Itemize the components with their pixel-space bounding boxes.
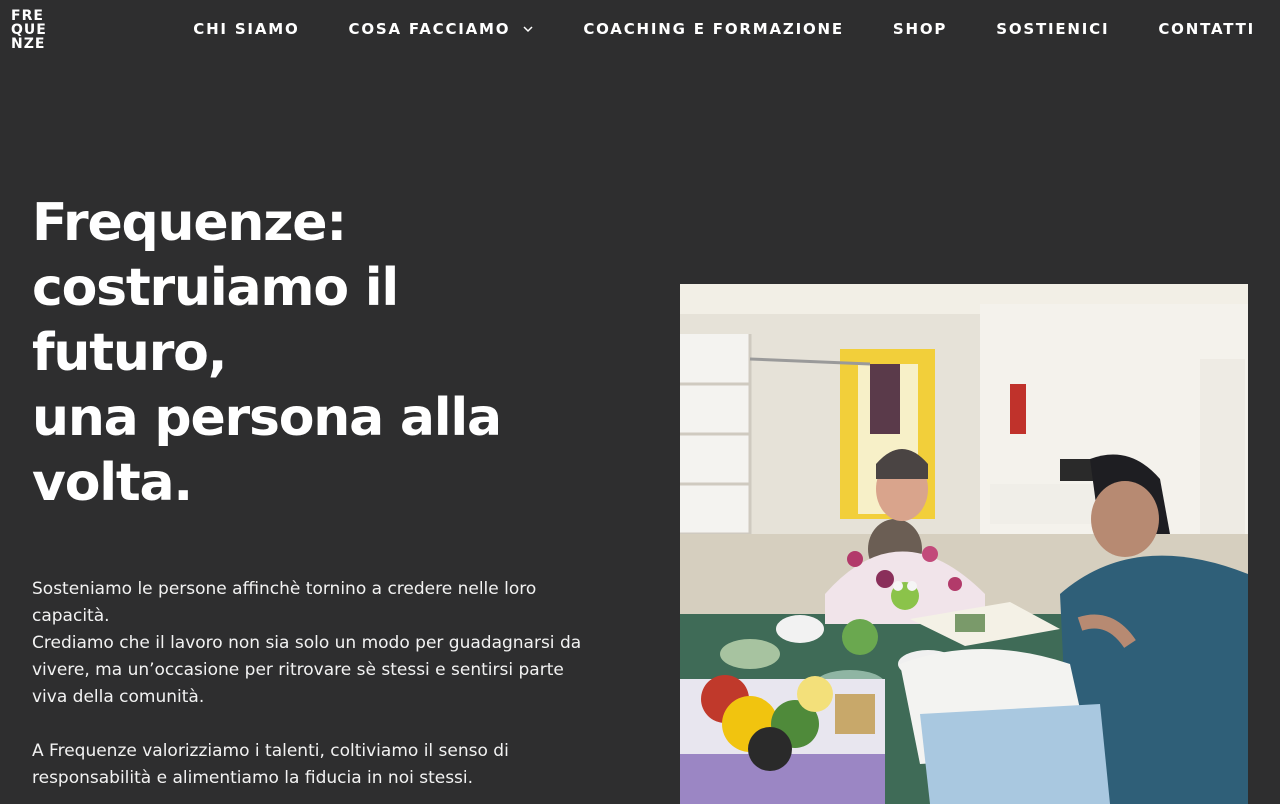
nav-item-chi-siamo[interactable]: CHI SIAMO — [193, 20, 299, 38]
nav-item-shop[interactable]: SHOP — [893, 20, 947, 38]
hero-title: Frequenze: costruiamo il futuro, una per… — [32, 191, 592, 516]
nav-label: CONTATTI — [1158, 20, 1255, 38]
nav-item-cosa-facciamo[interactable]: COSA FACCIAMO — [349, 20, 535, 38]
hero-title-line: costruiamo il futuro, — [32, 258, 399, 383]
hero-photo — [680, 284, 1248, 804]
hero-intro: Sosteniamo le persone affinchè tornino a… — [32, 576, 592, 792]
nav-item-sostienici[interactable]: SOSTIENICI — [996, 20, 1109, 38]
logo-line: QUE — [11, 22, 47, 38]
intro-paragraph: Crediamo che il lavoro non sia solo un m… — [32, 633, 582, 707]
hero-title-line: volta. — [32, 453, 193, 513]
nav-item-coaching[interactable]: COACHING E FORMAZIONE — [583, 20, 844, 38]
hero-title-line: una persona alla — [32, 388, 502, 448]
nav-label: COACHING E FORMAZIONE — [583, 20, 844, 38]
main-nav: CHI SIAMO COSA FACCIAMO COACHING E FORMA… — [193, 19, 1255, 39]
nav-label: COSA FACCIAMO — [348, 20, 511, 38]
intro-paragraph: A Frequenze valorizziamo i talenti, colt… — [32, 741, 509, 788]
nav-item-contatti[interactable]: CONTATTI — [1158, 20, 1255, 38]
logo[interactable]: FRE QUE NZE — [11, 9, 47, 51]
logo-line: FRE — [11, 8, 44, 24]
hero-title-line: Frequenze: — [32, 193, 347, 253]
nav-label: CHI SIAMO — [193, 20, 300, 38]
intro-paragraph: Sosteniamo le persone affinchè tornino a… — [32, 579, 537, 626]
hero-photo-illustration — [680, 284, 1248, 804]
logo-line: NZE — [11, 36, 46, 52]
chevron-down-icon — [522, 23, 534, 35]
nav-label: SHOP — [892, 20, 948, 38]
nav-label: SOSTIENICI — [996, 20, 1110, 38]
